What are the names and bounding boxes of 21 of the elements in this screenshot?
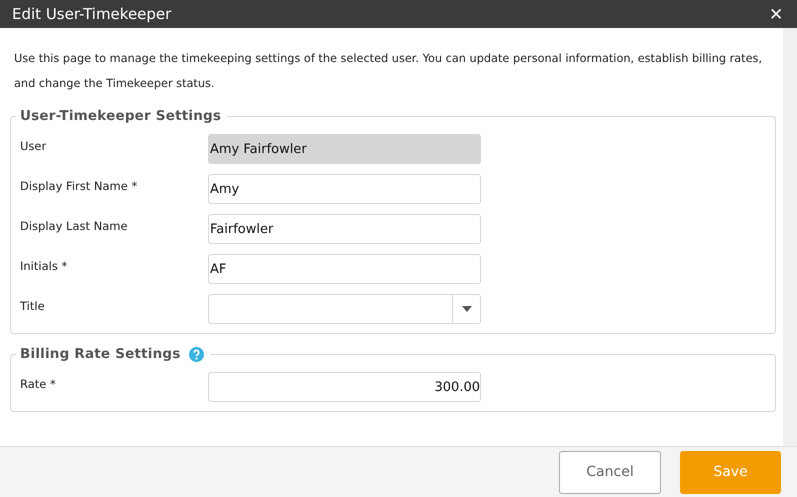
field-label: Rate *: [20, 376, 57, 391]
section-title: User-Timekeeper Settings: [20, 108, 222, 124]
help-icon[interactable]: [188, 346, 204, 362]
caret-icon: [462, 306, 472, 312]
field-label: Initials *: [20, 258, 68, 273]
field-label: User: [20, 138, 48, 153]
description-text: Use this page to manage the timekeeping settings of the selected user. You can update personal information, establish billing rates, and change the Timekeeper status.: [14, 51, 764, 92]
input-field[interactable]: Amy: [208, 174, 481, 204]
input-field[interactable]: AF: [208, 254, 481, 284]
title-dropdown[interactable]: [208, 294, 481, 324]
section-title: Billing Rate Settings: [20, 346, 181, 362]
field-label: Title: [20, 298, 46, 313]
field-label: Display First Name *: [20, 178, 138, 193]
field-label: Display Last Name: [20, 218, 129, 233]
user-field[interactable]: Amy Fairfowler: [208, 134, 481, 164]
cancel-button[interactable]: Cancel: [559, 450, 661, 494]
close-button[interactable]: ✕: [765, 4, 787, 24]
window-title: Edit User-Timekeeper: [12, 5, 172, 23]
rate-field[interactable]: 300.00: [208, 372, 481, 402]
scrollbar[interactable]: [783, 28, 797, 446]
input-field[interactable]: Fairfowler: [208, 214, 481, 244]
